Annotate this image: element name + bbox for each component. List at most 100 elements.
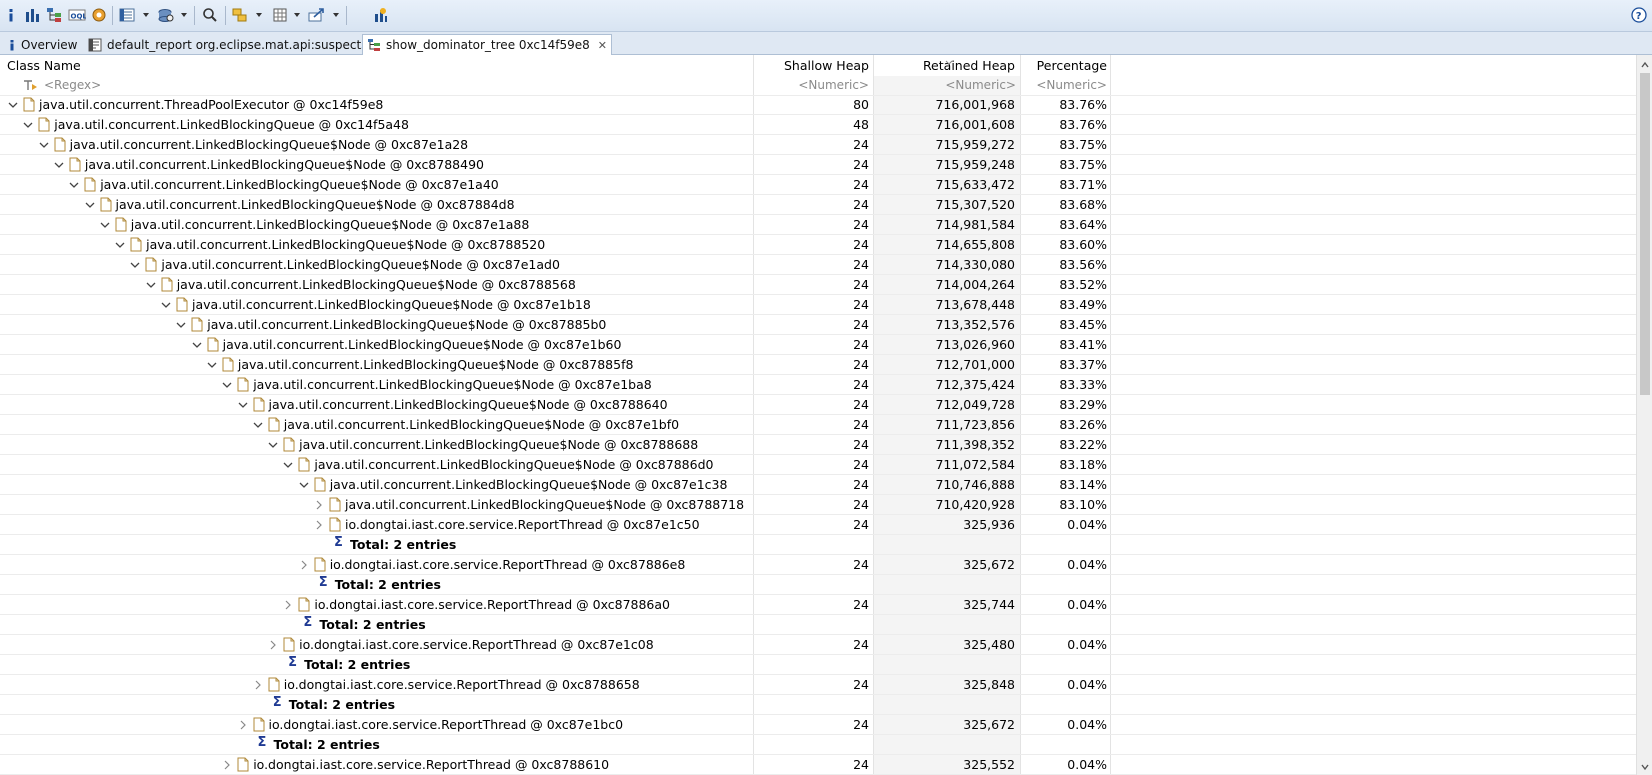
- chevron-down-icon[interactable]: [84, 199, 96, 211]
- chevron-right-icon[interactable]: [252, 679, 264, 691]
- table-row[interactable]: java.util.concurrent.LinkedBlockingQueue…: [0, 155, 1636, 175]
- table-row[interactable]: java.util.concurrent.LinkedBlockingQueue…: [0, 415, 1636, 435]
- table-row[interactable]: java.util.concurrent.LinkedBlockingQueue…: [0, 435, 1636, 455]
- chevron-right-icon[interactable]: [267, 639, 279, 651]
- column-header-shallow-heap[interactable]: Shallow Heap: [754, 55, 869, 76]
- leak-suspects-icon[interactable]: [371, 5, 391, 25]
- info-icon[interactable]: [4, 5, 18, 25]
- scroll-down-arrow-icon[interactable]: [1640, 761, 1650, 771]
- percentage-cell: 83.10%: [1059, 497, 1107, 512]
- chevron-down-icon[interactable]: [175, 319, 187, 331]
- export-icon[interactable]: [306, 5, 328, 25]
- chevron-down-icon[interactable]: [22, 119, 34, 131]
- table-row[interactable]: java.util.concurrent.LinkedBlockingQueue…: [0, 175, 1636, 195]
- class-name-filter-input[interactable]: <Regex>: [44, 76, 101, 95]
- chevron-down-icon[interactable]: [330, 5, 342, 25]
- table-row[interactable]: java.util.concurrent.LinkedBlockingQueue…: [0, 275, 1636, 295]
- chevron-down-icon[interactable]: [99, 219, 111, 231]
- oql-icon[interactable]: OQL: [67, 5, 87, 25]
- table-row[interactable]: java.util.concurrent.LinkedBlockingQueue…: [0, 135, 1636, 155]
- tab-dominator-tree[interactable]: show_dominator_tree 0xc14f59e8 ✕: [362, 34, 613, 55]
- table-row[interactable]: java.util.concurrent.LinkedBlockingQueue…: [0, 395, 1636, 415]
- chevron-down-icon[interactable]: [38, 139, 50, 151]
- close-icon[interactable]: ✕: [598, 39, 607, 52]
- group-by-icon[interactable]: [231, 5, 251, 25]
- table-row[interactable]: java.util.concurrent.LinkedBlockingQueue…: [0, 215, 1636, 235]
- table-row[interactable]: io.dongtai.iast.core.service.ReportThrea…: [0, 595, 1636, 615]
- heap-dump-overview-icon[interactable]: [89, 5, 109, 25]
- table-row[interactable]: java.util.concurrent.LinkedBlockingQueue…: [0, 115, 1636, 135]
- histogram-icon[interactable]: [24, 5, 42, 25]
- percentage-filter-input[interactable]: <Numeric>: [1026, 76, 1107, 95]
- table-row[interactable]: java.util.concurrent.LinkedBlockingQueue…: [0, 295, 1636, 315]
- chevron-down-icon[interactable]: [291, 5, 303, 25]
- total-entries-row[interactable]: Σ Total: 2 entries: [0, 735, 1636, 755]
- total-entries-row[interactable]: Σ Total: 2 entries: [0, 535, 1636, 555]
- search-icon[interactable]: [200, 5, 220, 25]
- class-name-cell: java.util.concurrent.LinkedBlockingQueue…: [345, 497, 745, 512]
- chevron-down-icon[interactable]: [114, 239, 126, 251]
- table-row[interactable]: java.util.concurrent.LinkedBlockingQueue…: [0, 235, 1636, 255]
- chevron-down-icon[interactable]: [282, 459, 294, 471]
- table-row[interactable]: io.dongtai.iast.core.service.ReportThrea…: [0, 515, 1636, 535]
- table-row[interactable]: java.util.concurrent.LinkedBlockingQueue…: [0, 375, 1636, 395]
- chevron-down-icon[interactable]: [252, 419, 264, 431]
- vertical-scrollbar[interactable]: [1636, 55, 1652, 775]
- table-row[interactable]: java.util.concurrent.LinkedBlockingQueue…: [0, 495, 1636, 515]
- retained-heap-cell: 712,701,000: [935, 357, 1015, 372]
- table-row[interactable]: io.dongtai.iast.core.service.ReportThrea…: [0, 635, 1636, 655]
- chevron-right-icon[interactable]: [221, 759, 233, 771]
- chevron-down-icon[interactable]: [140, 5, 152, 25]
- table-row[interactable]: io.dongtai.iast.core.service.ReportThrea…: [0, 555, 1636, 575]
- chevron-right-icon[interactable]: [298, 559, 310, 571]
- shallow-heap-filter-input[interactable]: <Numeric>: [760, 76, 869, 95]
- column-header-class-name[interactable]: Class Name: [7, 55, 81, 76]
- table-row[interactable]: java.util.concurrent.LinkedBlockingQueue…: [0, 255, 1636, 275]
- table-row[interactable]: java.util.concurrent.LinkedBlockingQueue…: [0, 455, 1636, 475]
- chevron-right-icon[interactable]: [282, 599, 294, 611]
- chevron-down-icon[interactable]: [298, 479, 310, 491]
- total-entries-row[interactable]: Σ Total: 2 entries: [0, 575, 1636, 595]
- scrollbar-thumb[interactable]: [1640, 73, 1650, 395]
- chevron-right-icon[interactable]: [313, 499, 325, 511]
- table-row[interactable]: java.util.concurrent.LinkedBlockingQueue…: [0, 475, 1636, 495]
- chevron-down-icon[interactable]: [191, 339, 203, 351]
- total-entries-row[interactable]: Σ Total: 2 entries: [0, 615, 1636, 635]
- chevron-down-icon[interactable]: [221, 379, 233, 391]
- dominator-tree-icon[interactable]: [45, 5, 65, 25]
- help-icon[interactable]: ?: [1630, 5, 1648, 25]
- calculate-icon[interactable]: [270, 5, 290, 25]
- chevron-down-icon[interactable]: [53, 159, 65, 171]
- table-row[interactable]: java.util.concurrent.LinkedBlockingQueue…: [0, 335, 1636, 355]
- scroll-up-arrow-icon[interactable]: [1640, 59, 1650, 69]
- column-header-percentage[interactable]: Percentage: [1021, 55, 1107, 76]
- chevron-down-icon[interactable]: [145, 279, 157, 291]
- chevron-down-icon[interactable]: [178, 5, 190, 25]
- chevron-down-icon[interactable]: [160, 299, 172, 311]
- chevron-down-icon[interactable]: [253, 5, 265, 25]
- chevron-right-icon[interactable]: [313, 519, 325, 531]
- table-row[interactable]: io.dongtai.iast.core.service.ReportThrea…: [0, 675, 1636, 695]
- table-row[interactable]: java.util.concurrent.ThreadPoolExecutor …: [0, 96, 1636, 115]
- table-row[interactable]: io.dongtai.iast.core.service.ReportThrea…: [0, 755, 1636, 775]
- query-browser-icon[interactable]: [118, 5, 138, 25]
- tab-overview[interactable]: Overview: [4, 34, 82, 55]
- total-entries-row[interactable]: Σ Total: 2 entries: [0, 695, 1636, 715]
- table-row[interactable]: io.dongtai.iast.core.service.ReportThrea…: [0, 715, 1636, 735]
- chevron-down-icon[interactable]: [7, 99, 19, 111]
- tab-default-report[interactable]: default_report org.eclipse.mat.api:suspe…: [84, 34, 371, 55]
- table-row[interactable]: java.util.concurrent.LinkedBlockingQueue…: [0, 195, 1636, 215]
- chevron-down-icon[interactable]: [237, 399, 249, 411]
- chevron-down-icon[interactable]: [129, 259, 141, 271]
- class-name-cell: java.util.concurrent.LinkedBlockingQueue…: [69, 137, 469, 152]
- percentage-cell: 83.52%: [1059, 277, 1107, 292]
- chevron-down-icon[interactable]: [206, 359, 218, 371]
- chevron-down-icon[interactable]: [68, 179, 80, 191]
- table-row[interactable]: java.util.concurrent.LinkedBlockingQueue…: [0, 355, 1636, 375]
- retained-heap-filter-input[interactable]: <Numeric>: [880, 76, 1016, 95]
- chevron-right-icon[interactable]: [237, 719, 249, 731]
- table-row[interactable]: java.util.concurrent.LinkedBlockingQueue…: [0, 315, 1636, 335]
- total-entries-row[interactable]: Σ Total: 2 entries: [0, 655, 1636, 675]
- chevron-down-icon[interactable]: [267, 439, 279, 451]
- find-object-icon[interactable]: [156, 5, 176, 25]
